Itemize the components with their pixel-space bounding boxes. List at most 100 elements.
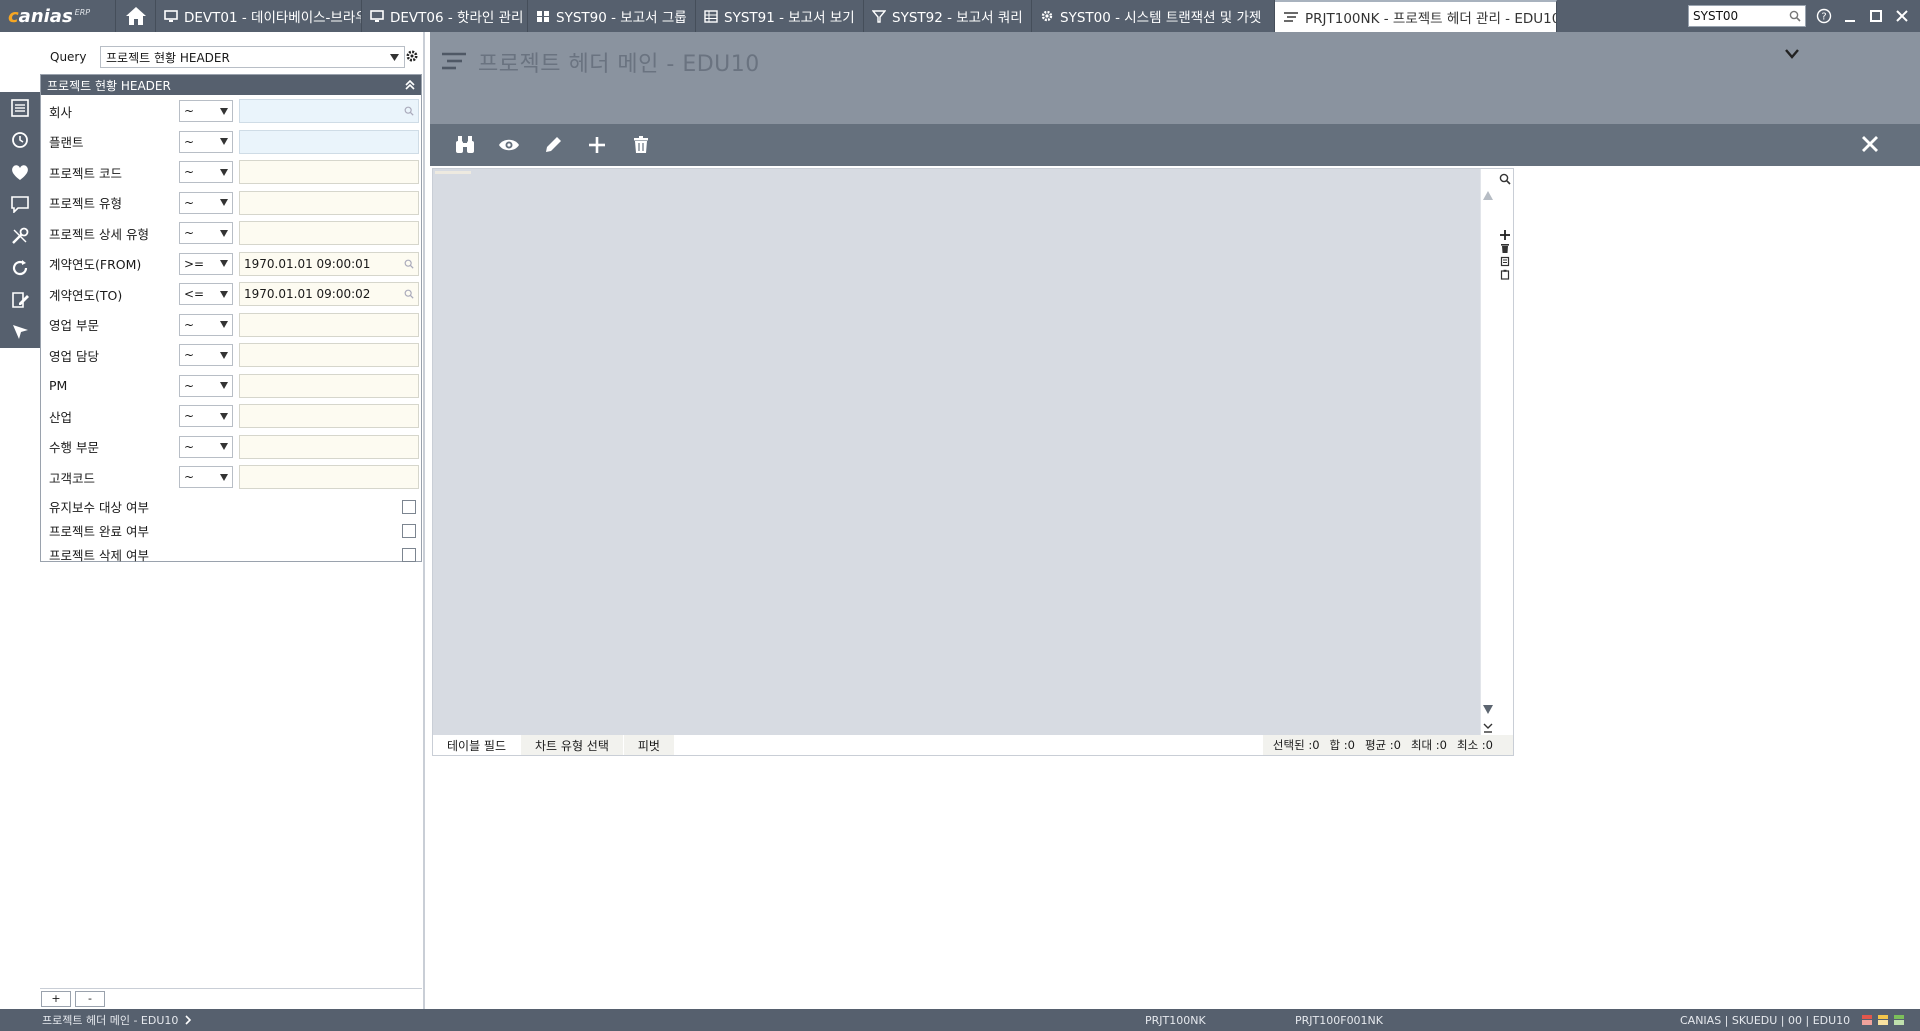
heart-icon[interactable] bbox=[9, 162, 31, 182]
paste-icon[interactable] bbox=[1500, 269, 1510, 280]
filter-value-input[interactable]: 1970.01.01 09:00:01 bbox=[239, 251, 419, 276]
close-icon[interactable] bbox=[1894, 8, 1910, 24]
tab-devt01[interactable]: DEVT01 - 데이타베이스-브라우저 (ODBA) bbox=[156, 0, 362, 32]
search-icon[interactable] bbox=[404, 259, 414, 269]
operator-value: ~ bbox=[184, 134, 195, 149]
layout-green-icon[interactable] bbox=[1894, 1015, 1904, 1025]
query-select[interactable]: 프로젝트 현황 HEADER bbox=[100, 46, 405, 68]
add-row-icon[interactable] bbox=[1499, 229, 1511, 241]
filter-value-input[interactable] bbox=[239, 129, 419, 154]
filter-value-input[interactable] bbox=[239, 343, 419, 367]
status-screen[interactable]: 프로젝트 헤더 메인 - EDU10 bbox=[42, 1012, 192, 1028]
search-icon[interactable] bbox=[1789, 10, 1801, 22]
tab-table-fields[interactable]: 테이블 필드 bbox=[433, 735, 522, 755]
delete-trash-icon[interactable] bbox=[630, 134, 652, 156]
top-bar: caniasERP DEVT01 - 데이타베이스-브라우저 (ODBA) DE… bbox=[0, 0, 1920, 32]
operator-select[interactable]: ~ bbox=[179, 466, 233, 488]
copy-icon[interactable] bbox=[1500, 256, 1510, 267]
edit-pencil-icon[interactable] bbox=[542, 134, 564, 156]
cursor-icon[interactable] bbox=[9, 322, 31, 342]
operator-select[interactable]: ~ bbox=[179, 344, 233, 366]
operator-select[interactable]: ~ bbox=[179, 222, 233, 244]
tab-chart-type[interactable]: 차트 유형 선택 bbox=[521, 735, 624, 755]
tab-syst91[interactable]: SYST91 - 보고서 보기 bbox=[696, 0, 864, 32]
filter-value-input[interactable] bbox=[239, 434, 419, 459]
operator-select[interactable]: ~ bbox=[179, 100, 233, 122]
refresh-icon[interactable] bbox=[9, 258, 31, 278]
minimize-icon[interactable] bbox=[1842, 8, 1858, 24]
add-icon[interactable] bbox=[586, 134, 608, 156]
filter-value-input[interactable] bbox=[239, 221, 419, 245]
filter-value-input[interactable] bbox=[239, 373, 419, 398]
maximize-icon[interactable] bbox=[1868, 8, 1884, 24]
operator-select[interactable]: ~ bbox=[179, 374, 233, 397]
checkbox[interactable] bbox=[402, 523, 416, 538]
tab-syst90[interactable]: SYST90 - 보고서 그룹 bbox=[528, 0, 696, 32]
home-button[interactable] bbox=[116, 0, 156, 32]
edit-note-icon[interactable] bbox=[9, 290, 31, 310]
logo-text: anias bbox=[18, 5, 73, 27]
operator-select[interactable]: ~ bbox=[179, 161, 233, 183]
column-header-handle[interactable] bbox=[435, 171, 471, 174]
collapse-up-icon[interactable] bbox=[405, 80, 415, 90]
operator-value: ~ bbox=[184, 165, 195, 179]
scroll-down-icon[interactable] bbox=[1483, 705, 1493, 714]
filter-value-input[interactable] bbox=[239, 465, 419, 489]
help-icon[interactable]: ? bbox=[1816, 8, 1832, 24]
filter-value-input[interactable] bbox=[239, 312, 419, 337]
history-icon[interactable] bbox=[9, 130, 31, 150]
tab-devt06[interactable]: DEVT06 - 핫라인 관리 bbox=[362, 0, 528, 32]
menu-list-icon[interactable] bbox=[440, 49, 468, 75]
filter-label: 영업 담당 bbox=[49, 348, 99, 364]
tools-icon[interactable] bbox=[9, 226, 31, 246]
view-eye-icon[interactable] bbox=[498, 134, 520, 156]
operator-select[interactable]: ~ bbox=[179, 435, 233, 458]
tab-syst00[interactable]: SYST00 - 시스템 트랜잭션 및 가젯 bbox=[1032, 0, 1275, 32]
vertical-scrollbar[interactable] bbox=[1480, 169, 1494, 735]
comment-icon[interactable] bbox=[9, 194, 31, 214]
dropdown-arrow-icon bbox=[220, 321, 228, 328]
table-icon bbox=[704, 9, 718, 23]
filter-value-input[interactable] bbox=[239, 404, 419, 428]
grid-body[interactable] bbox=[433, 169, 1480, 735]
dropdown-arrow-icon bbox=[390, 53, 399, 61]
search-icon[interactable] bbox=[404, 106, 414, 116]
filter-value-input[interactable] bbox=[239, 190, 419, 215]
operator-value: ~ bbox=[184, 104, 195, 118]
filter-value-input[interactable] bbox=[239, 160, 419, 184]
remove-filter-button[interactable]: - bbox=[75, 990, 105, 1007]
add-filter-button[interactable]: + bbox=[41, 990, 71, 1007]
tab-pivot[interactable]: 피벗 bbox=[623, 735, 675, 755]
scroll-bottom-icon[interactable] bbox=[1483, 723, 1493, 733]
search-icon[interactable] bbox=[1499, 173, 1511, 185]
search-icon[interactable] bbox=[404, 289, 414, 299]
svg-text:?: ? bbox=[1821, 12, 1826, 23]
filter-value-input[interactable] bbox=[239, 99, 419, 123]
close-panel-icon[interactable] bbox=[1860, 134, 1880, 154]
query-settings-icon[interactable] bbox=[405, 49, 419, 63]
operator-select[interactable]: <= bbox=[179, 283, 233, 305]
global-search-input[interactable]: SYST00 bbox=[1688, 5, 1806, 27]
chevron-down-icon[interactable] bbox=[1784, 48, 1800, 60]
operator-select[interactable]: ~ bbox=[179, 405, 233, 427]
query-selected-value: 프로젝트 현황 HEADER bbox=[106, 50, 230, 65]
tab-syst92[interactable]: SYST92 - 보고서 쿼리 bbox=[864, 0, 1032, 32]
filter-value-input[interactable]: 1970.01.01 09:00:02 bbox=[239, 282, 419, 306]
chevron-right-icon bbox=[185, 1015, 192, 1025]
checkbox-row: 프로젝트 삭제 여부 bbox=[41, 543, 421, 567]
filter-header[interactable]: 프로젝트 현황 HEADER bbox=[41, 75, 421, 95]
operator-select[interactable]: ~ bbox=[179, 130, 233, 153]
scroll-up-icon[interactable] bbox=[1483, 191, 1493, 200]
binoculars-icon[interactable] bbox=[454, 134, 476, 156]
operator-select[interactable]: ~ bbox=[179, 191, 233, 214]
checkbox[interactable] bbox=[402, 499, 416, 514]
operator-select[interactable]: >= bbox=[179, 252, 233, 275]
delete-row-icon[interactable] bbox=[1500, 243, 1510, 254]
checkbox[interactable] bbox=[402, 547, 416, 562]
layout-red-icon[interactable] bbox=[1862, 1015, 1872, 1025]
app-logo[interactable]: c anias ERP bbox=[0, 0, 116, 32]
list-icon[interactable] bbox=[9, 98, 31, 118]
tab-prjt100nk[interactable]: PRJT100NK - 프로젝트 헤더 관리 - EDU10 bbox=[1275, 0, 1557, 32]
layout-yellow-icon[interactable] bbox=[1878, 1015, 1888, 1025]
operator-select[interactable]: ~ bbox=[179, 313, 233, 336]
